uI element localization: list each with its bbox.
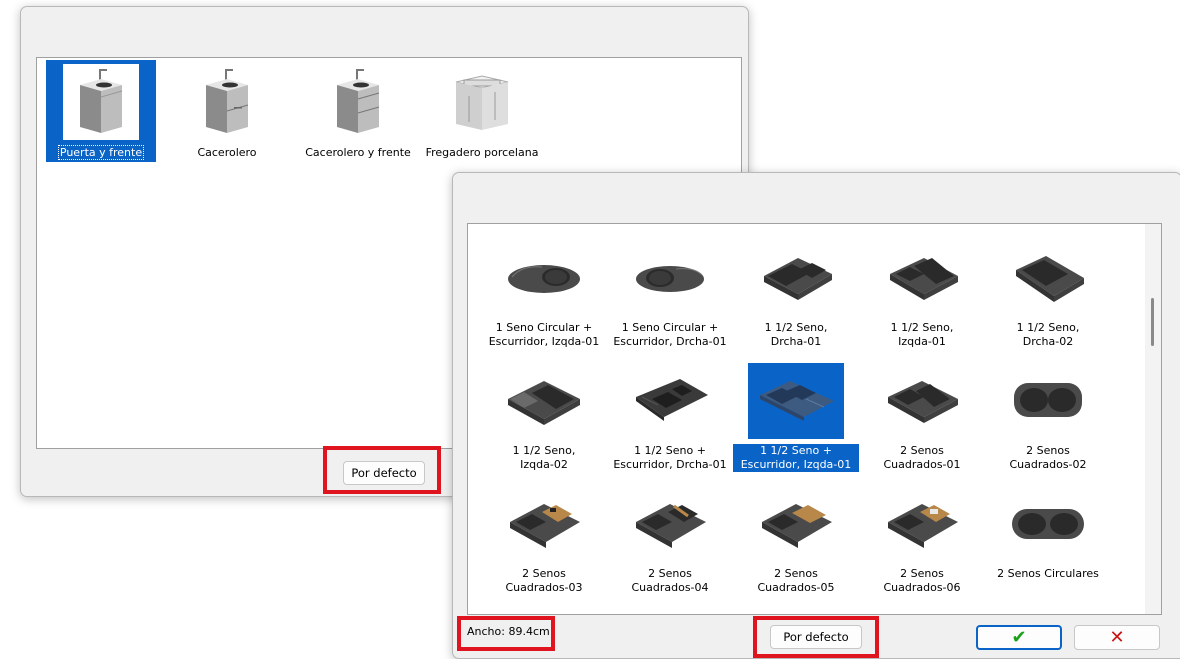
- one-half-sink-drainer-icon: [748, 363, 844, 439]
- sink-cabinet-drawer-icon: [189, 64, 265, 140]
- one-half-sink-icon: [874, 240, 970, 316]
- list-item-sink[interactable]: 1 1/2 Seno, Izqda-02: [481, 357, 607, 479]
- round-sink-drainer-icon: [496, 240, 592, 316]
- list-item-sink[interactable]: 2 Senos Cuadrados-04: [607, 480, 733, 602]
- list-item-label: 1 1/2 Seno, Drcha-02: [1016, 321, 1080, 348]
- list-item-label: 1 Seno Circular + Escurridor, Drcha-01: [613, 321, 727, 348]
- list-item-label: 2 Senos Cuadrados-02: [1009, 444, 1087, 471]
- list-item-sink[interactable]: 2 Senos Cuadrados-03: [481, 480, 607, 602]
- list-item-sink[interactable]: 1 1/2 Seno, Drcha-02: [985, 234, 1111, 356]
- double-sink-board-icon: [748, 486, 844, 562]
- list-item-label: 2 Senos Circulares: [997, 567, 1099, 580]
- double-square-sink-icon: [874, 363, 970, 439]
- list-item-puerta-y-frente[interactable]: Puerta y frente: [46, 60, 156, 162]
- title-bar[interactable]: [21, 7, 748, 37]
- double-sink-board-icon: [874, 486, 970, 562]
- highlight-box: [323, 446, 441, 494]
- one-half-sink-icon: [748, 240, 844, 316]
- list-item-sink-selected[interactable]: 1 1/2 Seno + Escurridor, Izqda-01: [732, 357, 860, 479]
- list-item-label: 1 Seno Circular + Escurridor, Izqda-01: [488, 321, 600, 348]
- list-item-label: 1 1/2 Seno + Escurridor, Izqda-01: [732, 443, 860, 473]
- list-item-label: 2 Senos Cuadrados-03: [505, 567, 583, 594]
- one-half-sink-drainer-icon: [622, 363, 718, 439]
- list-item-label: 2 Senos Cuadrados-05: [757, 567, 835, 594]
- porcelain-sink-cabinet-icon: [444, 64, 520, 140]
- one-half-sink-icon: [1000, 240, 1096, 316]
- list-item-sink[interactable]: 1 1/2 Seno + Escurridor, Drcha-01: [607, 357, 733, 479]
- list-item-cacerolero-y-frente[interactable]: Cacerolero y frente: [293, 60, 423, 162]
- list-item-sink[interactable]: 1 1/2 Seno, Izqda-01: [859, 234, 985, 356]
- title-bar[interactable]: [453, 173, 1180, 203]
- list-item-label: Fregadero porcelana: [425, 146, 539, 159]
- list-item-label: Cacerolero: [197, 146, 257, 159]
- list-item-label: 2 Senos Cuadrados-06: [883, 567, 961, 594]
- list-item-sink[interactable]: 1 1/2 Seno, Drcha-01: [733, 234, 859, 356]
- list-item-sink[interactable]: 1 Seno Circular + Escurridor, Izqda-01: [481, 234, 607, 356]
- round-sink-drainer-icon: [622, 240, 718, 316]
- list-item-label: 1 1/2 Seno, Drcha-01: [764, 321, 828, 348]
- double-sink-board-icon: [496, 486, 592, 562]
- list-item-cacerolero[interactable]: Cacerolero: [187, 60, 267, 162]
- checkmark-icon: ✔: [1011, 627, 1027, 648]
- list-item-label: 2 Senos Cuadrados-04: [631, 567, 709, 594]
- close-icon: ✕: [1109, 627, 1125, 648]
- double-square-sink-icon: [1000, 363, 1096, 439]
- sink-model-dialog: 1 Seno Circular + Escurridor, Izqda-01 1…: [452, 172, 1180, 659]
- list-item-sink[interactable]: 2 Senos Cuadrados-01: [859, 357, 985, 479]
- list-item-label: Puerta y frente: [57, 145, 145, 160]
- double-round-sink-icon: [1000, 486, 1096, 562]
- highlight-box: [457, 616, 555, 651]
- sink-cabinet-door-icon: [63, 64, 139, 140]
- highlight-box: [753, 616, 879, 658]
- list-item-fregadero-porcelana[interactable]: Fregadero porcelana: [421, 60, 543, 162]
- list-item-label: 2 Senos Cuadrados-01: [883, 444, 961, 471]
- double-sink-board-icon: [622, 486, 718, 562]
- list-item-sink[interactable]: 2 Senos Cuadrados-02: [985, 357, 1111, 479]
- list-item-sink[interactable]: 1 Seno Circular + Escurridor, Drcha-01: [607, 234, 733, 356]
- list-item-label: 1 1/2 Seno + Escurridor, Drcha-01: [613, 444, 727, 471]
- list-item-sink[interactable]: 2 Senos Cuadrados-06: [859, 480, 985, 602]
- list-item-sink[interactable]: 2 Senos Cuadrados-05: [733, 480, 859, 602]
- list-item-label: Cacerolero y frente: [305, 146, 411, 159]
- cancel-button[interactable]: ✕: [1074, 625, 1160, 650]
- scrollbar-thumb[interactable]: [1151, 298, 1154, 346]
- list-item-sink[interactable]: 2 Senos Circulares: [985, 480, 1111, 602]
- list-item-label: 1 1/2 Seno, Izqda-01: [890, 321, 954, 348]
- sink-cabinet-drawer-front-icon: [320, 64, 396, 140]
- sink-model-list: 1 Seno Circular + Escurridor, Izqda-01 1…: [467, 223, 1162, 615]
- list-item-label: 1 1/2 Seno, Izqda-02: [512, 444, 576, 471]
- one-half-sink-icon: [496, 363, 592, 439]
- ok-button[interactable]: ✔: [976, 625, 1062, 650]
- vertical-scrollbar[interactable]: [1145, 224, 1161, 614]
